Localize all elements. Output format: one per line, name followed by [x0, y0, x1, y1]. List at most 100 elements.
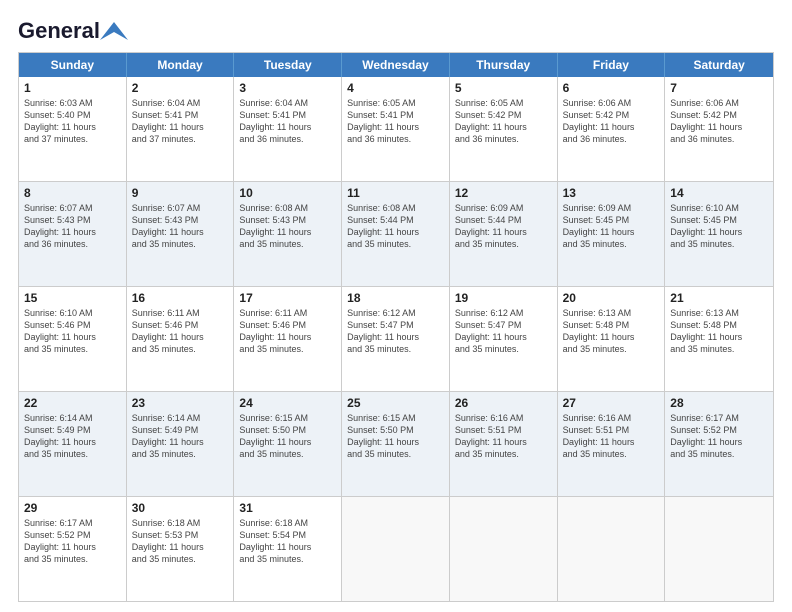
header-sunday: Sunday — [19, 53, 127, 77]
calendar-cell: 18 Sunrise: 6:12 AM Sunset: 5:47 PM Dayli… — [342, 287, 450, 391]
day-number: 23 — [132, 396, 229, 410]
calendar-cell: 8 Sunrise: 6:07 AM Sunset: 5:43 PM Daylig… — [19, 182, 127, 286]
page: General Sunday Monday Tuesday Wednesday … — [0, 0, 792, 612]
calendar-cell: 20 Sunrise: 6:13 AM Sunset: 5:48 PM Dayli… — [558, 287, 666, 391]
day-number: 27 — [563, 396, 660, 410]
calendar-cell: 12 Sunrise: 6:09 AM Sunset: 5:44 PM Dayli… — [450, 182, 558, 286]
calendar-row-4: 22 Sunrise: 6:14 AM Sunset: 5:49 PM Dayli… — [19, 392, 773, 497]
calendar-cell: 27 Sunrise: 6:16 AM Sunset: 5:51 PM Dayli… — [558, 392, 666, 496]
day-number: 5 — [455, 81, 552, 95]
calendar-body: 1Sunrise: 6:03 AM Sunset: 5:40 PM Daylig… — [19, 77, 773, 601]
day-info: Sunrise: 6:13 AM Sunset: 5:48 PM Dayligh… — [563, 307, 660, 356]
day-number: 30 — [132, 501, 229, 515]
day-number: 2 — [132, 81, 229, 95]
calendar-cell: 30 Sunrise: 6:18 AM Sunset: 5:53 PM Dayli… — [127, 497, 235, 601]
calendar-row-3: 15Sunrise: 6:10 AM Sunset: 5:46 PM Dayli… — [19, 287, 773, 392]
day-number: 6 — [563, 81, 660, 95]
day-number: 25 — [347, 396, 444, 410]
calendar-cell: 2 Sunrise: 6:04 AM Sunset: 5:41 PM Daylig… — [127, 77, 235, 181]
calendar-cell: 23Sunrise: 6:14 AM Sunset: 5:49 PM Dayli… — [127, 392, 235, 496]
day-number: 18 — [347, 291, 444, 305]
day-info: Sunrise: 6:11 AM Sunset: 5:46 PM Dayligh… — [239, 307, 336, 356]
calendar-cell: 17 Sunrise: 6:11 AM Sunset: 5:46 PM Dayli… — [234, 287, 342, 391]
calendar-cell: 28 Sunrise: 6:17 AM Sunset: 5:52 PM Dayli… — [665, 392, 773, 496]
calendar-cell: 1Sunrise: 6:03 AM Sunset: 5:40 PM Daylig… — [19, 77, 127, 181]
calendar-cell: 25 Sunrise: 6:15 AM Sunset: 5:50 PM Dayli… — [342, 392, 450, 496]
calendar-cell: 19Sunrise: 6:12 AM Sunset: 5:47 PM Dayli… — [450, 287, 558, 391]
day-info: Sunrise: 6:03 AM Sunset: 5:40 PM Dayligh… — [24, 97, 121, 146]
day-info: Sunrise: 6:12 AM Sunset: 5:47 PM Dayligh… — [455, 307, 552, 356]
day-info: Sunrise: 6:09 AM Sunset: 5:44 PM Dayligh… — [455, 202, 552, 251]
day-info: Sunrise: 6:18 AM Sunset: 5:54 PM Dayligh… — [239, 517, 336, 566]
calendar-cell: 31 Sunrise: 6:18 AM Sunset: 5:54 PM Dayli… — [234, 497, 342, 601]
day-number: 16 — [132, 291, 229, 305]
calendar-cell: 14 Sunrise: 6:10 AM Sunset: 5:45 PM Dayli… — [665, 182, 773, 286]
calendar-cell: 21Sunrise: 6:13 AM Sunset: 5:48 PM Dayli… — [665, 287, 773, 391]
day-info: Sunrise: 6:17 AM Sunset: 5:52 PM Dayligh… — [670, 412, 768, 461]
day-info: Sunrise: 6:16 AM Sunset: 5:51 PM Dayligh… — [455, 412, 552, 461]
day-number: 8 — [24, 186, 121, 200]
day-info: Sunrise: 6:04 AM Sunset: 5:41 PM Dayligh… — [132, 97, 229, 146]
calendar-row-1: 1Sunrise: 6:03 AM Sunset: 5:40 PM Daylig… — [19, 77, 773, 182]
day-info: Sunrise: 6:14 AM Sunset: 5:49 PM Dayligh… — [24, 412, 121, 461]
day-number: 7 — [670, 81, 768, 95]
day-number: 17 — [239, 291, 336, 305]
calendar-cell: 9 Sunrise: 6:07 AM Sunset: 5:43 PM Daylig… — [127, 182, 235, 286]
day-info: Sunrise: 6:15 AM Sunset: 5:50 PM Dayligh… — [347, 412, 444, 461]
day-info: Sunrise: 6:06 AM Sunset: 5:42 PM Dayligh… — [670, 97, 768, 146]
day-number: 4 — [347, 81, 444, 95]
day-info: Sunrise: 6:17 AM Sunset: 5:52 PM Dayligh… — [24, 517, 121, 566]
day-info: Sunrise: 6:16 AM Sunset: 5:51 PM Dayligh… — [563, 412, 660, 461]
day-number: 10 — [239, 186, 336, 200]
calendar-row-2: 8 Sunrise: 6:07 AM Sunset: 5:43 PM Daylig… — [19, 182, 773, 287]
day-number: 24 — [239, 396, 336, 410]
calendar-cell — [450, 497, 558, 601]
calendar-cell: 4Sunrise: 6:05 AM Sunset: 5:41 PM Daylig… — [342, 77, 450, 181]
calendar-cell: 29Sunrise: 6:17 AM Sunset: 5:52 PM Dayli… — [19, 497, 127, 601]
calendar-cell: 15Sunrise: 6:10 AM Sunset: 5:46 PM Dayli… — [19, 287, 127, 391]
day-number: 9 — [132, 186, 229, 200]
day-number: 20 — [563, 291, 660, 305]
day-info: Sunrise: 6:08 AM Sunset: 5:44 PM Dayligh… — [347, 202, 444, 251]
calendar-cell: 26 Sunrise: 6:16 AM Sunset: 5:51 PM Dayli… — [450, 392, 558, 496]
day-info: Sunrise: 6:04 AM Sunset: 5:41 PM Dayligh… — [239, 97, 336, 146]
calendar-cell — [342, 497, 450, 601]
day-info: Sunrise: 6:05 AM Sunset: 5:42 PM Dayligh… — [455, 97, 552, 146]
header: General — [18, 18, 774, 42]
day-number: 31 — [239, 501, 336, 515]
day-number: 28 — [670, 396, 768, 410]
day-info: Sunrise: 6:08 AM Sunset: 5:43 PM Dayligh… — [239, 202, 336, 251]
day-info: Sunrise: 6:07 AM Sunset: 5:43 PM Dayligh… — [24, 202, 121, 251]
header-thursday: Thursday — [450, 53, 558, 77]
day-number: 12 — [455, 186, 552, 200]
logo-general: General — [18, 18, 100, 44]
logo-icon — [100, 22, 128, 40]
header-monday: Monday — [127, 53, 235, 77]
calendar-cell — [558, 497, 666, 601]
header-friday: Friday — [558, 53, 666, 77]
day-number: 22 — [24, 396, 121, 410]
day-info: Sunrise: 6:12 AM Sunset: 5:47 PM Dayligh… — [347, 307, 444, 356]
day-info: Sunrise: 6:11 AM Sunset: 5:46 PM Dayligh… — [132, 307, 229, 356]
calendar-cell: 24 Sunrise: 6:15 AM Sunset: 5:50 PM Dayli… — [234, 392, 342, 496]
day-info: Sunrise: 6:09 AM Sunset: 5:45 PM Dayligh… — [563, 202, 660, 251]
day-info: Sunrise: 6:18 AM Sunset: 5:53 PM Dayligh… — [132, 517, 229, 566]
day-number: 26 — [455, 396, 552, 410]
day-number: 14 — [670, 186, 768, 200]
calendar-cell: 3 Sunrise: 6:04 AM Sunset: 5:41 PM Daylig… — [234, 77, 342, 181]
day-info: Sunrise: 6:15 AM Sunset: 5:50 PM Dayligh… — [239, 412, 336, 461]
day-number: 13 — [563, 186, 660, 200]
day-number: 3 — [239, 81, 336, 95]
day-number: 11 — [347, 186, 444, 200]
calendar-cell: 13 Sunrise: 6:09 AM Sunset: 5:45 PM Dayli… — [558, 182, 666, 286]
calendar-cell: 6 Sunrise: 6:06 AM Sunset: 5:42 PM Daylig… — [558, 77, 666, 181]
day-info: Sunrise: 6:07 AM Sunset: 5:43 PM Dayligh… — [132, 202, 229, 251]
calendar-cell — [665, 497, 773, 601]
calendar-cell: 10 Sunrise: 6:08 AM Sunset: 5:43 PM Dayli… — [234, 182, 342, 286]
day-info: Sunrise: 6:06 AM Sunset: 5:42 PM Dayligh… — [563, 97, 660, 146]
day-info: Sunrise: 6:10 AM Sunset: 5:45 PM Dayligh… — [670, 202, 768, 251]
header-tuesday: Tuesday — [234, 53, 342, 77]
calendar: Sunday Monday Tuesday Wednesday Thursday… — [18, 52, 774, 602]
calendar-cell: 5 Sunrise: 6:05 AM Sunset: 5:42 PM Daylig… — [450, 77, 558, 181]
header-saturday: Saturday — [665, 53, 773, 77]
